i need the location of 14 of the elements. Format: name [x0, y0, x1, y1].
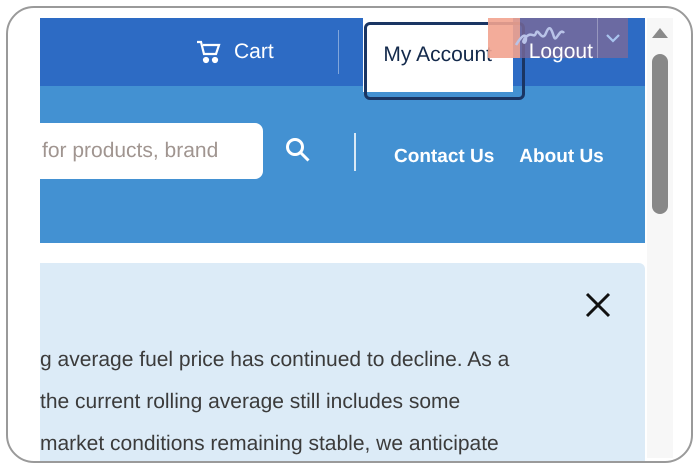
- cart-icon[interactable]: [196, 40, 222, 64]
- search-field[interactable]: for products, brand: [40, 122, 263, 179]
- nav-link[interactable]: About Us: [519, 142, 604, 172]
- search-icon[interactable]: [285, 136, 311, 163]
- cart-link[interactable]: Cart: [234, 36, 274, 68]
- close-icon[interactable]: [585, 292, 611, 318]
- notice-text: g average fuel price has continued to decline. As a: [40, 347, 510, 373]
- scroll-up-icon[interactable]: [652, 28, 668, 38]
- chevron-down-icon[interactable]: [606, 33, 620, 43]
- notice-text: the current rolling average still includes some: [40, 389, 460, 415]
- nav-link[interactable]: Contact Us: [394, 142, 494, 172]
- notice-text: market conditions remaining stable, we anticipate: [40, 431, 499, 457]
- logout-link[interactable]: Logout: [528, 36, 593, 68]
- scrollbar-thumb[interactable]: [652, 54, 668, 214]
